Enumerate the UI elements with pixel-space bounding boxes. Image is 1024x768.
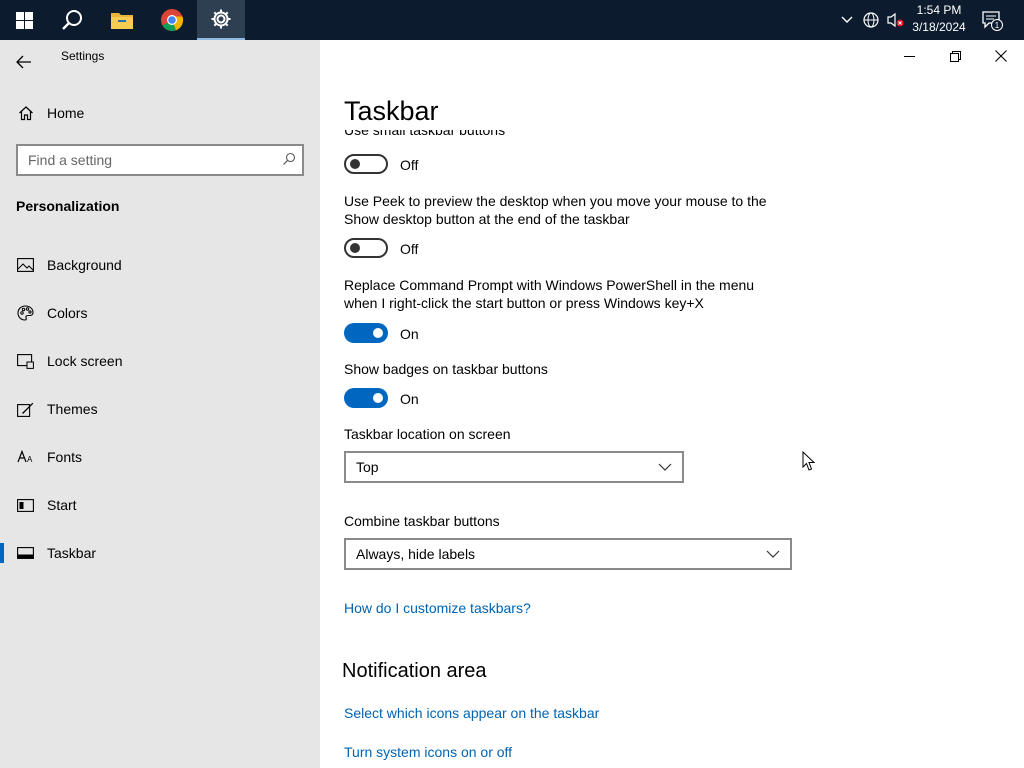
file-explorer-icon — [111, 13, 133, 29]
chevron-down-icon — [766, 550, 780, 558]
notification-area-heading: Notification area — [342, 660, 487, 682]
nav-item-label: Lock screen — [47, 353, 123, 369]
font-icon: A — [16, 450, 33, 464]
toggle-state-label: On — [400, 391, 419, 407]
clock-time: 1:54 PM — [916, 3, 962, 17]
nav-item-label: Taskbar — [47, 545, 97, 561]
home-icon — [19, 106, 33, 121]
show-hidden-icons-button[interactable] — [838, 0, 856, 40]
toggle-knob — [373, 328, 383, 338]
settings-icon — [211, 9, 231, 29]
chevron-down-icon — [658, 463, 672, 471]
chrome-icon — [161, 9, 184, 32]
clock[interactable]: 1:54 PM 3/18/2024 — [900, 2, 978, 36]
select-icons-link[interactable]: Select which icons appear on the taskbar — [344, 705, 599, 721]
system-icons-link[interactable]: Turn system icons on or off — [344, 744, 512, 760]
mouse-cursor-icon — [802, 451, 816, 471]
back-button[interactable] — [8, 46, 40, 78]
toggle-small-taskbar-buttons[interactable] — [344, 154, 388, 174]
find-setting-box — [16, 144, 304, 176]
nav-item-label: Themes — [47, 401, 98, 417]
nav-home[interactable]: Home — [0, 96, 320, 130]
chrome-button[interactable] — [148, 0, 196, 40]
start-button[interactable] — [0, 0, 48, 40]
setting-label-powershell: Replace Command Prompt with Windows Powe… — [344, 277, 755, 311]
restore-button[interactable] — [932, 40, 978, 72]
svg-text:A: A — [27, 455, 33, 464]
nav-item-start[interactable]: Start — [0, 485, 320, 525]
settings-sidebar: Settings Home Personalization Background… — [0, 40, 320, 768]
search-icon — [283, 152, 296, 165]
picture-icon — [16, 258, 34, 272]
taskbar-location-label: Taskbar location on screen — [344, 426, 511, 442]
app-title: Settings — [61, 49, 105, 63]
chevron-up-icon — [841, 16, 853, 23]
start-menu-icon — [16, 498, 34, 512]
page-title: Taskbar — [344, 96, 439, 126]
toggle-state-label: On — [400, 326, 419, 342]
nav-item-label: Fonts — [47, 449, 83, 465]
notification-count: 1 — [995, 21, 1000, 30]
nav-item-themes[interactable]: Themes — [0, 389, 320, 429]
setting-label-small-buttons: Use small taskbar buttons — [344, 130, 506, 138]
windows-logo-icon — [15, 11, 33, 29]
toggle-state-label: Off — [400, 157, 419, 173]
action-center-button[interactable]: 1 — [980, 0, 1004, 40]
taskbar-location-dropdown[interactable]: Top — [344, 451, 684, 483]
settings-content: Taskbar Use small taskbar buttons Off Us… — [320, 40, 1024, 768]
nav-item-colors[interactable]: Colors — [0, 293, 320, 333]
toggle-knob — [350, 159, 360, 169]
section-title: Personalization — [16, 198, 120, 214]
nav-item-lock-screen[interactable]: Lock screen — [0, 341, 320, 381]
settings-taskbar-button[interactable] — [197, 0, 245, 40]
nav-item-label: Background — [47, 257, 122, 273]
file-explorer-button[interactable] — [98, 0, 146, 40]
toggle-knob — [350, 243, 360, 253]
nav-item-label: Colors — [47, 305, 88, 321]
brush-icon — [16, 402, 33, 417]
setting-label-peek: Use Peek to preview the desktop when you… — [344, 193, 767, 227]
globe-network-icon — [863, 12, 879, 28]
network-tray-button[interactable] — [860, 0, 882, 40]
nav-item-fonts[interactable]: A Fonts — [0, 437, 320, 477]
toggle-badges[interactable] — [344, 388, 388, 408]
setting-label-badges: Show badges on taskbar buttons — [344, 361, 548, 377]
search-button[interactable] — [48, 0, 96, 40]
nav-item-background[interactable]: Background — [0, 245, 320, 285]
palette-icon — [16, 305, 34, 321]
toggle-powershell[interactable] — [344, 323, 388, 343]
taskbar: 1:54 PM 3/18/2024 1 — [0, 0, 1024, 40]
customize-taskbars-link[interactable]: How do I customize taskbars? — [344, 600, 531, 616]
minimize-button[interactable] — [886, 40, 932, 72]
close-button[interactable] — [978, 40, 1024, 72]
settings-scroll-area[interactable]: Use small taskbar buttons Off Use Peek t… — [320, 130, 1024, 768]
search-icon — [62, 10, 82, 30]
taskbar-icon — [16, 547, 34, 559]
notification-icon: 1 — [982, 11, 1003, 31]
nav-item-label: Start — [47, 497, 77, 513]
combine-buttons-value: Always, hide labels — [356, 546, 476, 562]
toggle-knob — [373, 393, 383, 403]
lock-screen-icon — [16, 353, 34, 369]
close-icon — [995, 50, 1007, 62]
nav-item-taskbar[interactable]: Taskbar — [0, 533, 320, 573]
restore-icon — [949, 50, 961, 62]
taskbar-location-value: Top — [356, 459, 379, 475]
arrow-left-icon — [16, 55, 31, 69]
find-setting-input[interactable] — [18, 146, 268, 174]
toggle-peek[interactable] — [344, 238, 388, 258]
combine-buttons-label: Combine taskbar buttons — [344, 513, 500, 529]
nav-home-label: Home — [47, 105, 85, 121]
clock-date: 3/18/2024 — [912, 20, 966, 34]
minimize-icon — [903, 55, 915, 57]
toggle-state-label: Off — [400, 241, 419, 257]
combine-buttons-dropdown[interactable]: Always, hide labels — [344, 538, 792, 570]
